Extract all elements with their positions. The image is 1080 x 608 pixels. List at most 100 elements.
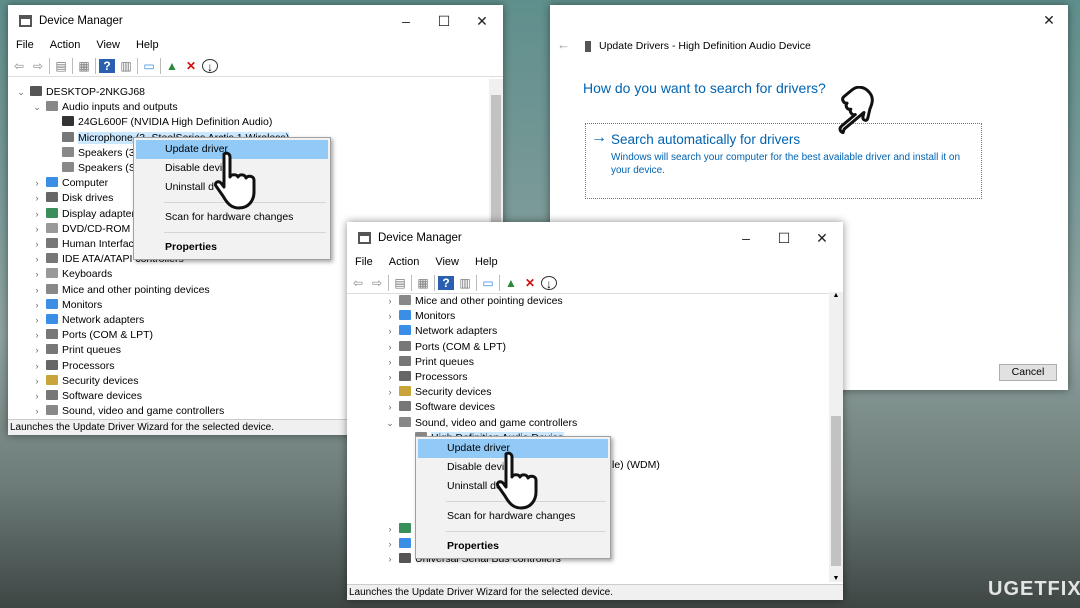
- expand-chevron-icon[interactable]: ›: [385, 324, 395, 339]
- menu-file[interactable]: File: [347, 254, 381, 272]
- expand-chevron-icon[interactable]: ›: [32, 404, 42, 417]
- tree-item[interactable]: › Human Interface: [36, 237, 140, 252]
- expand-chevron-icon[interactable]: ›: [385, 340, 395, 355]
- show-hide-icon[interactable]: ▦: [415, 276, 431, 290]
- cancel-button[interactable]: Cancel: [999, 364, 1057, 381]
- forward-icon[interactable]: ⇨: [369, 276, 385, 290]
- update-driver-icon[interactable]: ▲: [503, 276, 519, 290]
- tree-item[interactable]: › Monitors: [389, 309, 455, 324]
- expand-chevron-icon[interactable]: ›: [32, 359, 42, 374]
- expand-chevron-icon[interactable]: ›: [32, 267, 42, 282]
- update-driver-icon[interactable]: ▲: [164, 59, 180, 73]
- forward-icon[interactable]: ⇨: [30, 59, 46, 73]
- expand-chevron-icon[interactable]: ›: [32, 176, 42, 191]
- back-arrow-icon[interactable]: ←: [557, 37, 570, 52]
- tree-item[interactable]: ⌄ DESKTOP-2NKGJ68: [17, 85, 145, 100]
- close-button[interactable]: ✕: [1034, 10, 1064, 30]
- view-icon[interactable]: ▥: [118, 59, 134, 73]
- tree-item[interactable]: › Keyboards: [36, 267, 112, 282]
- uninstall-icon[interactable]: ✕: [522, 276, 538, 290]
- back-icon[interactable]: ⇦: [11, 59, 27, 73]
- tree-item[interactable]: › Disk drives: [36, 191, 113, 206]
- help-icon[interactable]: ?: [438, 275, 454, 290]
- expand-chevron-icon[interactable]: ›: [32, 389, 42, 404]
- menu-view[interactable]: View: [427, 254, 467, 272]
- expand-chevron-icon[interactable]: ›: [32, 252, 42, 267]
- scan-monitor-icon[interactable]: ▭: [141, 59, 157, 73]
- collapse-chevron-icon[interactable]: ⌄: [32, 100, 42, 115]
- tree-item[interactable]: › Monitors: [36, 298, 102, 313]
- download-icon[interactable]: ↓: [202, 58, 218, 74]
- properties-icon[interactable]: ▤: [392, 276, 408, 290]
- menu-item-properties[interactable]: Properties: [418, 537, 608, 556]
- close-button[interactable]: ✕: [807, 228, 837, 248]
- expand-chevron-icon[interactable]: ›: [32, 313, 42, 328]
- collapse-chevron-icon[interactable]: ⌄: [385, 416, 395, 431]
- maximize-button[interactable]: ☐: [769, 228, 799, 248]
- expand-chevron-icon[interactable]: ›: [385, 355, 395, 370]
- expand-chevron-icon[interactable]: ›: [32, 191, 42, 206]
- expand-chevron-icon[interactable]: ›: [385, 537, 395, 552]
- tree-item[interactable]: › DVD/CD-ROM d: [36, 222, 139, 237]
- help-icon[interactable]: ?: [99, 58, 115, 73]
- tree-item[interactable]: › Network adapters: [389, 324, 497, 339]
- tree-item[interactable]: › Software devices: [389, 400, 495, 415]
- tree-item[interactable]: › Print queues: [389, 355, 474, 370]
- download-icon[interactable]: ↓: [541, 275, 557, 291]
- expand-chevron-icon[interactable]: ›: [32, 283, 42, 298]
- expand-chevron-icon[interactable]: ›: [385, 294, 395, 309]
- show-hide-icon[interactable]: ▦: [76, 59, 92, 73]
- expand-chevron-icon[interactable]: ›: [385, 400, 395, 415]
- menu-action[interactable]: Action: [42, 37, 89, 55]
- minimize-button[interactable]: –: [391, 11, 421, 31]
- scroll-down-icon[interactable]: ▼: [829, 575, 843, 582]
- uninstall-icon[interactable]: ✕: [183, 59, 199, 73]
- expand-chevron-icon[interactable]: ›: [385, 370, 395, 385]
- tree-item[interactable]: › Computer: [36, 176, 108, 191]
- expand-chevron-icon[interactable]: ›: [32, 374, 42, 389]
- back-icon[interactable]: ⇦: [350, 276, 366, 290]
- tree-item[interactable]: › Mice and other pointing devices: [36, 283, 210, 298]
- tree-item[interactable]: › Software devices: [36, 389, 142, 404]
- properties-icon[interactable]: ▤: [53, 59, 69, 73]
- maximize-button[interactable]: ☐: [429, 11, 459, 31]
- tree-item[interactable]: ⌄ Sound, video and game controllers: [386, 416, 577, 431]
- menu-view[interactable]: View: [88, 37, 128, 55]
- expand-chevron-icon[interactable]: ›: [385, 552, 395, 567]
- collapse-chevron-icon[interactable]: ⌄: [16, 85, 26, 100]
- expand-chevron-icon[interactable]: ›: [32, 222, 42, 237]
- expand-chevron-icon[interactable]: ›: [385, 309, 395, 324]
- view-icon[interactable]: ▥: [457, 276, 473, 290]
- menu-action[interactable]: Action: [381, 254, 428, 272]
- expand-chevron-icon[interactable]: ›: [32, 298, 42, 313]
- menu-item-properties[interactable]: Properties: [136, 238, 328, 257]
- scrollbar[interactable]: ▲ ▼: [829, 292, 843, 582]
- tree-item[interactable]: › Display adapters: [36, 207, 140, 222]
- tree-item[interactable]: 24GL600F (NVIDIA High Definition Audio): [62, 115, 272, 130]
- expand-chevron-icon[interactable]: ›: [32, 343, 42, 358]
- tree-item[interactable]: › Ports (COM & LPT): [389, 340, 506, 355]
- scan-monitor-icon[interactable]: ▭: [480, 276, 496, 290]
- search-automatically-option[interactable]: → Search automatically for drivers Windo…: [585, 123, 982, 199]
- tree-item[interactable]: › Security devices: [389, 385, 491, 400]
- tree-item[interactable]: › Print queues: [36, 343, 121, 358]
- tree-item[interactable]: › Processors: [36, 359, 115, 374]
- expand-chevron-icon[interactable]: ›: [32, 328, 42, 343]
- tree-item[interactable]: › Security devices: [36, 374, 138, 389]
- minimize-button[interactable]: –: [731, 228, 761, 248]
- scroll-up-icon[interactable]: ▲: [829, 292, 843, 299]
- menu-help[interactable]: Help: [467, 254, 506, 272]
- expand-chevron-icon[interactable]: ›: [385, 385, 395, 400]
- expand-chevron-icon[interactable]: ›: [32, 207, 42, 222]
- close-button[interactable]: ✕: [467, 11, 497, 31]
- tree-item[interactable]: › Mice and other pointing devices: [389, 294, 563, 309]
- tree-item[interactable]: › Sound, video and game controllers: [36, 404, 224, 417]
- tree-item[interactable]: › Processors: [389, 370, 468, 385]
- tree-item[interactable]: Speakers (3-: [62, 146, 138, 161]
- menu-help[interactable]: Help: [128, 37, 167, 55]
- expand-chevron-icon[interactable]: ›: [32, 237, 42, 252]
- menu-file[interactable]: File: [8, 37, 42, 55]
- tree-item[interactable]: ⌄ Audio inputs and outputs: [33, 100, 178, 115]
- tree-item[interactable]: › Network adapters: [36, 313, 144, 328]
- expand-chevron-icon[interactable]: ›: [385, 522, 395, 537]
